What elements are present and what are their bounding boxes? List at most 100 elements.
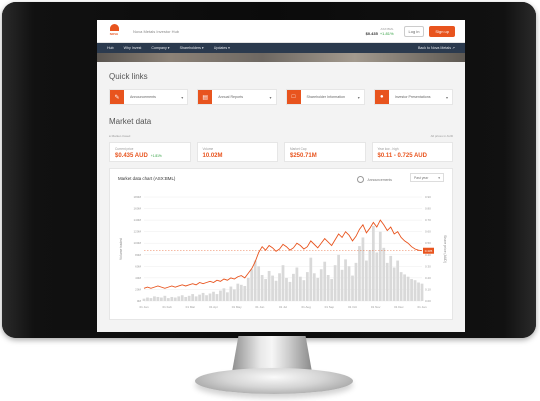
volume-bar xyxy=(219,290,222,301)
chevron-down-icon: ▾ xyxy=(181,94,184,100)
quick-link-investor-presentations[interactable]: ● Investor Presentations ▾ xyxy=(373,89,453,105)
y-tick-left: 60M xyxy=(135,264,141,268)
y-tick-left: 100M xyxy=(133,241,141,245)
x-tick: 01 Nov xyxy=(371,305,381,309)
volume-bar xyxy=(142,298,146,301)
nav-item-shareholders[interactable]: Shareholders ▾ xyxy=(180,46,204,50)
stat-value-text: $0.435 AUD xyxy=(115,153,148,159)
stat-value: $0.435 AUD +1.81% xyxy=(115,153,185,159)
y-tick-right: 0.50 xyxy=(425,241,431,245)
x-tick: 01 Jun xyxy=(255,305,264,309)
volume-bar xyxy=(215,294,219,301)
quick-link-shareholder-information[interactable]: □ Shareholder Information ▾ xyxy=(285,89,365,105)
volume-bar xyxy=(184,296,188,301)
volume-bar xyxy=(299,276,302,301)
x-tick: 01 Jul xyxy=(279,305,287,309)
y-tick-left: 160M xyxy=(133,207,141,211)
last-price-label: 0.435 xyxy=(425,249,433,253)
volume-bar xyxy=(232,289,236,301)
login-button[interactable]: Log in xyxy=(403,25,425,37)
y-tick-left: 20M xyxy=(135,287,141,291)
y-tick-left: 40M xyxy=(135,276,141,280)
volume-bar xyxy=(292,273,295,301)
chevron-down-icon: ▾ xyxy=(438,175,440,180)
ticker-change: +1.81% xyxy=(379,30,394,36)
volume-bar xyxy=(205,295,208,301)
site-header: NOVA Nova Metals Investor Hub ASX:BML $0… xyxy=(97,20,465,43)
volume-bar xyxy=(410,279,413,301)
stat-value: $0.11 - 0.725 AUD xyxy=(377,153,427,159)
quick-link-label: Announcements xyxy=(130,95,156,99)
volume-bar xyxy=(406,276,410,301)
volume-bar xyxy=(243,285,247,301)
quick-link-annual-reports[interactable]: ▤ Annual Reports ▾ xyxy=(197,89,277,105)
volume-bar xyxy=(166,298,170,301)
volume-bar xyxy=(173,297,177,301)
volume-bar xyxy=(191,294,195,301)
nav-item-updates[interactable]: Updates ▾ xyxy=(214,46,230,50)
volume-bar xyxy=(250,269,254,301)
y-tick-left: 0M xyxy=(137,299,142,303)
y-axis-label-left: Volume traded xyxy=(119,238,123,260)
volume-bar xyxy=(274,280,278,301)
announcements-toggle-label: Announcements xyxy=(367,177,392,182)
quick-link-announcements[interactable]: ✎ Announcements ▾ xyxy=(109,89,189,105)
volume-bar xyxy=(365,260,368,301)
company-logo[interactable]: NOVA xyxy=(107,24,121,38)
volume-bar xyxy=(212,291,215,301)
nav-item-why-invest[interactable]: Why Invest xyxy=(124,46,142,50)
volume-bar xyxy=(281,265,285,301)
price-volume-chart[interactable]: 0M 0.0020M 0.1040M 0.2060M 0.3080M 0.40100M 0.… xyxy=(110,189,454,317)
chevron-down-icon: ▾ xyxy=(269,94,272,100)
range-select-value: Past year xyxy=(414,175,429,180)
x-tick: 01 Jan xyxy=(139,305,148,309)
quick-link-label: Investor Presentations xyxy=(394,95,431,99)
volume-bar xyxy=(226,292,229,301)
stat-market-cap: Market Cap $250.71M xyxy=(284,142,366,162)
back-to-site-link[interactable]: Back to Nova Metals ↗ xyxy=(418,46,455,50)
range-select[interactable]: Past year ▾ xyxy=(410,173,444,182)
announcements-toggle[interactable]: Announcements xyxy=(357,176,392,183)
nav-item-company[interactable]: Company ▾ xyxy=(151,46,169,50)
volume-bar xyxy=(177,296,181,301)
x-tick: 01 Jan xyxy=(417,305,426,309)
x-tick: 01 May xyxy=(232,305,242,309)
nav-item-hub[interactable]: Hub xyxy=(107,46,114,50)
monitor-stand-neck xyxy=(232,336,312,372)
x-tick: 01 Sep xyxy=(325,305,335,309)
ticker-price: $0.435 xyxy=(365,30,378,36)
x-tick: 01 Feb xyxy=(162,305,172,309)
volume-bar xyxy=(260,275,264,301)
site-title: Nova Metals Investor Hub xyxy=(133,28,180,34)
stat-current-price: Current price $0.435 AUD +1.81% xyxy=(109,142,191,162)
x-tick: 01 Aug xyxy=(301,305,311,309)
y-tick-right: 0.00 xyxy=(425,299,431,303)
volume-bar xyxy=(399,272,403,301)
volume-bar xyxy=(153,296,156,301)
market-stats: Current price $0.435 AUD +1.81% Volume 10… xyxy=(109,142,453,162)
megaphone-icon: ✎ xyxy=(110,90,124,104)
volume-bar xyxy=(187,295,191,301)
volume-bar xyxy=(201,292,205,301)
market-meta: ● Market closed All prices in AUD xyxy=(109,134,453,138)
main-nav: Hub Why Invest Company ▾ Shareholders ▾ … xyxy=(97,43,465,53)
y-tick-right: 0.70 xyxy=(425,218,431,222)
market-data-heading: Market data xyxy=(109,117,152,126)
signup-button[interactable]: Sign up xyxy=(429,25,455,37)
checkbox-icon[interactable] xyxy=(357,176,365,183)
quick-links-row: ✎ Announcements ▾ ▤ Annual Reports ▾ □ S… xyxy=(109,89,453,105)
stat-value: 10.02M xyxy=(202,153,223,159)
volume-bar xyxy=(156,296,160,301)
quick-link-label: Shareholder Information xyxy=(306,95,346,99)
stat-label: Market Cap xyxy=(290,147,307,151)
volume-bar xyxy=(295,267,299,301)
y-tick-right: 0.60 xyxy=(425,230,431,234)
logo-mark-icon xyxy=(109,24,119,31)
x-tick: 01 Dec xyxy=(394,305,404,309)
chevron-down-icon: ▾ xyxy=(357,94,360,100)
volume-bar xyxy=(347,266,351,301)
chevron-down-icon: ▾ xyxy=(445,94,448,100)
volume-bar xyxy=(149,298,153,301)
volume-bar xyxy=(194,296,198,301)
volume-bar xyxy=(389,255,393,301)
